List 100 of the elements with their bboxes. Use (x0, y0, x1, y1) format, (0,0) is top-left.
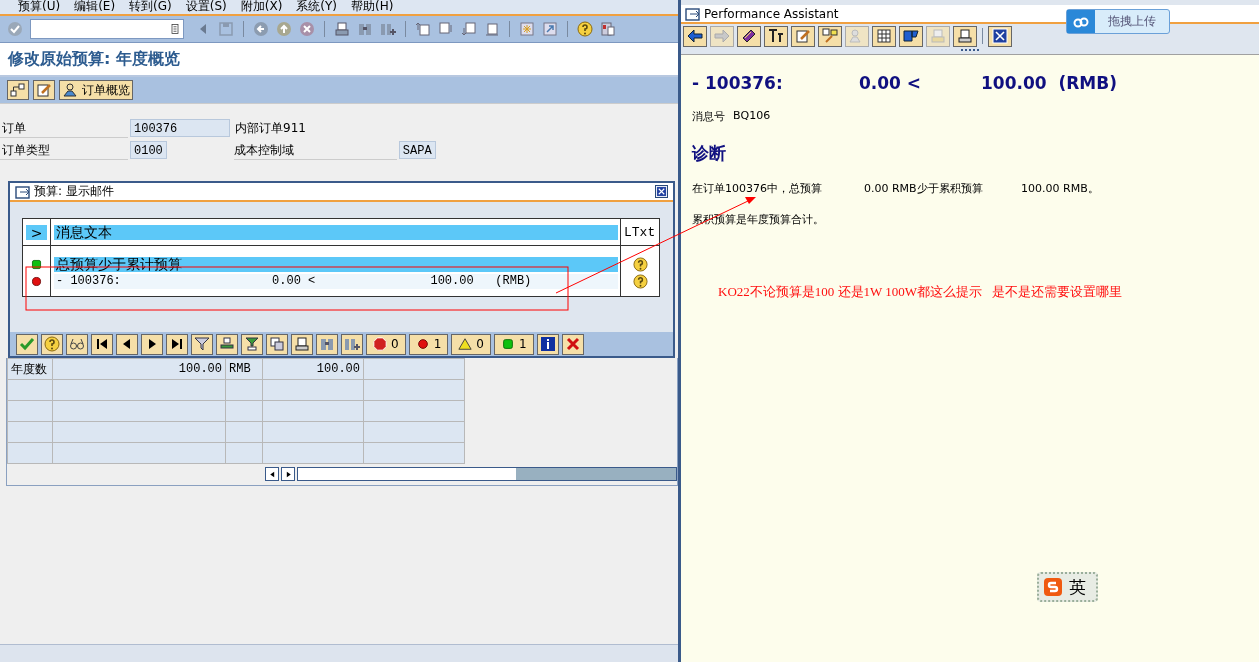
table-cell: 100.00 (262, 358, 364, 380)
page-last-icon[interactable] (484, 21, 500, 37)
close-button[interactable] (988, 25, 1012, 47)
edit-icon (795, 28, 811, 44)
counter-button[interactable]: 0 (451, 333, 491, 355)
toolbar-button[interactable] (953, 25, 977, 47)
command-field[interactable] (30, 19, 184, 39)
toolbar-button[interactable] (764, 25, 788, 47)
dropdown-icon (169, 23, 181, 35)
left-arrow-icon (687, 28, 703, 44)
toolbar-button[interactable] (116, 333, 138, 355)
back-icon[interactable] (253, 21, 269, 37)
printer-icon (294, 336, 310, 352)
previous-icon (267, 469, 277, 479)
first-page-icon (94, 336, 110, 352)
binoculars-plus-icon (344, 336, 360, 352)
cancel-icon[interactable] (299, 21, 315, 37)
menu-item[interactable]: 附加(X) (240, 0, 283, 14)
close-button[interactable] (655, 185, 668, 198)
counter-button[interactable]: 0 (366, 333, 406, 355)
edit-icon (36, 82, 52, 98)
binoculars-icon (319, 336, 335, 352)
menu-item[interactable]: 编辑(E) (74, 0, 116, 14)
right-arrow-icon (714, 28, 730, 44)
close-icon (564, 336, 581, 352)
message-heading: 0.00 < (859, 73, 923, 93)
info-button[interactable] (536, 333, 559, 355)
table-cell (7, 442, 53, 464)
edit-button[interactable] (33, 80, 55, 100)
help-icon[interactable] (632, 257, 648, 272)
resize-handle[interactable] (960, 48, 980, 52)
paragraph: 在订单100376中，总预算 0.00 RMB少于累积预算 100.00 RMB。 (692, 181, 1100, 196)
logo-icon (1043, 577, 1063, 597)
scrollbar[interactable] (297, 467, 677, 481)
table-cell (7, 421, 53, 443)
window-icon (15, 183, 31, 200)
glasses-icon (69, 336, 85, 352)
panel-title: Performance Assistant (704, 6, 839, 21)
column-header: LTxt (623, 224, 656, 240)
binoculars-icon[interactable] (357, 21, 373, 37)
help-icon[interactable] (577, 21, 593, 37)
toolbar-button[interactable] (216, 333, 238, 355)
message-text[interactable]: - 100376: 0.00 < 100.00 (RMB) (54, 274, 618, 289)
hierarchy-button[interactable] (7, 80, 29, 100)
scroll-left-button[interactable] (265, 467, 279, 481)
column-header: 消息文本 (54, 224, 618, 240)
counter-button[interactable]: 1 (493, 333, 534, 355)
menu-item[interactable]: 转到(G) (129, 0, 172, 14)
printer-icon (957, 28, 973, 44)
toolbar-button[interactable] (899, 25, 923, 47)
sum-icon (219, 336, 235, 352)
hierarchy-icon (10, 82, 26, 98)
help-icon[interactable] (632, 274, 648, 289)
message-heading: 100.00 (RMB) (981, 73, 1118, 93)
status-dot-icon (415, 337, 430, 351)
order-description: 内部订单911 (235, 119, 306, 137)
table-cell (7, 379, 53, 401)
toolbar-button[interactable] (166, 333, 188, 355)
notes-icon (822, 28, 838, 44)
last-page-icon (169, 336, 185, 352)
page-icon[interactable] (438, 21, 454, 37)
page-up-icon[interactable] (415, 21, 431, 37)
menu-item[interactable]: 帮助(H) (351, 0, 394, 14)
input-mode: 英 (1069, 575, 1086, 599)
field-label: 成本控制域 (233, 140, 397, 160)
expand-button[interactable]: > (26, 224, 47, 240)
toolbar-button[interactable] (191, 333, 213, 355)
menu-item[interactable]: 预算(U) (18, 0, 61, 14)
input-method-bar[interactable]: 英 (1037, 572, 1098, 602)
layout-icon[interactable] (600, 21, 616, 37)
field-label: 订单类型 (0, 140, 128, 160)
toolbar-button[interactable] (291, 333, 313, 355)
order-overview-button[interactable]: 订单概览 (59, 80, 133, 100)
order-field[interactable]: 100376 (130, 119, 230, 137)
screen-title: 修改原始预算: 年度概览 (8, 48, 180, 70)
binoculars-plus-icon[interactable] (380, 21, 396, 37)
book-icon (741, 28, 757, 44)
field-label: 订单 (0, 118, 128, 138)
toolbar-button[interactable] (91, 333, 113, 355)
menu-item[interactable]: 设置(S) (185, 0, 227, 14)
filter-icon (194, 336, 210, 352)
close-icon (992, 28, 1008, 44)
shortcut-icon[interactable] (542, 21, 558, 37)
order-type-field[interactable]: 0100 (130, 141, 167, 159)
toolbar-button[interactable] (241, 333, 263, 355)
printer-icon[interactable] (334, 21, 350, 37)
toolbar-button[interactable] (141, 333, 163, 355)
upload-button[interactable]: 拖拽上传 (1066, 9, 1170, 34)
counter-button[interactable]: 1 (408, 333, 449, 355)
table-cell: 年度数 (7, 358, 53, 380)
cancel-button[interactable] (561, 333, 584, 355)
panel-icon (903, 28, 919, 44)
controlling-area-field[interactable]: SAPA (398, 141, 436, 159)
toolbar-button[interactable] (683, 25, 707, 47)
scroll-right-button[interactable] (281, 467, 295, 481)
table-cell: 100.00 (52, 358, 226, 380)
page-down-icon[interactable] (461, 21, 477, 37)
menu-item[interactable]: 系统(Y) (296, 0, 338, 14)
toolbar-button[interactable] (737, 25, 761, 47)
dialog-title: 预算: 显示邮件 (34, 183, 115, 200)
